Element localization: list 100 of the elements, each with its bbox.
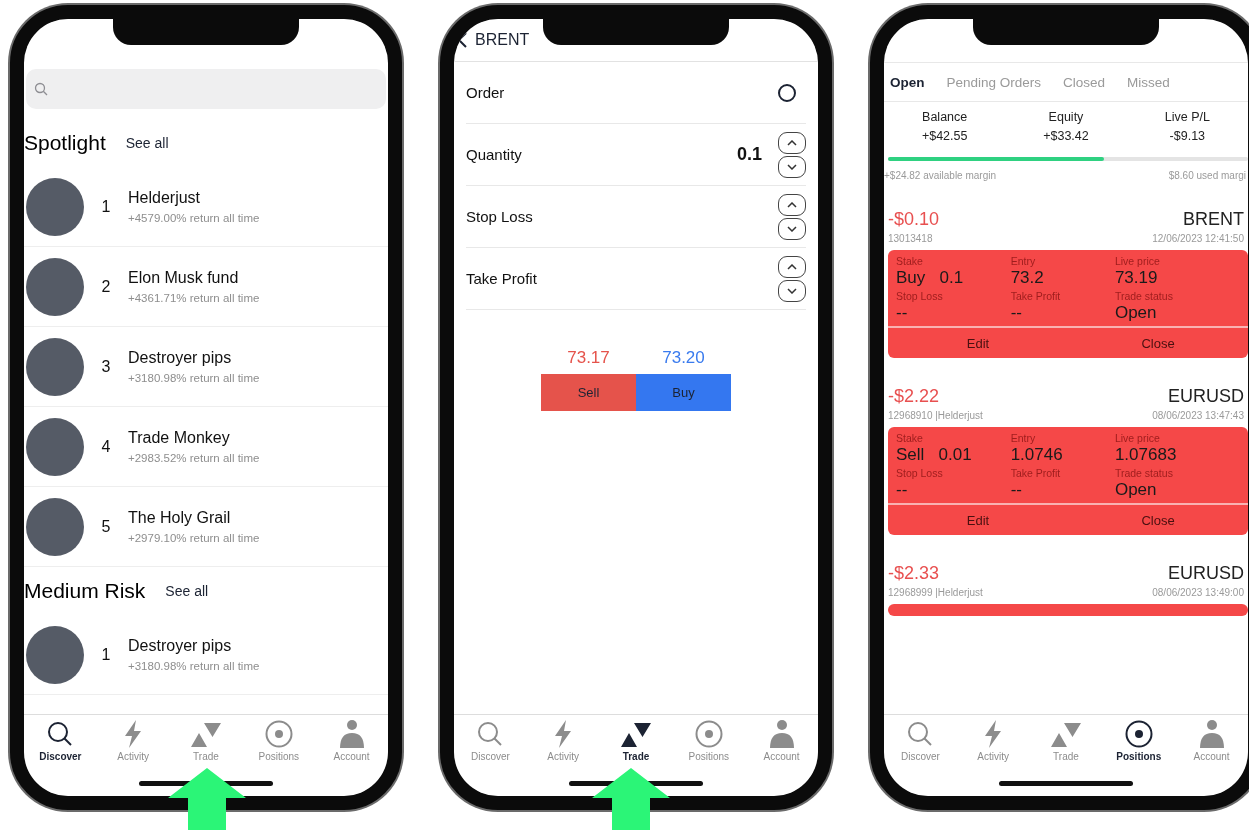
cell-label: Live price — [1114, 433, 1161, 445]
cell-value: Open — [1114, 479, 1157, 500]
tab[interactable]: Account — [746, 720, 817, 772]
tab[interactable]: Discover — [25, 720, 96, 772]
summary-label: Live P/L — [1164, 110, 1210, 124]
rank-number: 1 — [100, 197, 112, 216]
chevron-up-icon — [787, 263, 797, 270]
increment-button[interactable] — [778, 131, 806, 154]
cell-value: -- — [1010, 302, 1022, 323]
return-text: +3180.98% return all time — [128, 372, 260, 384]
sell-button[interactable]: Sell — [541, 374, 636, 411]
tab[interactable]: Trade — [171, 720, 241, 772]
cell-label: Stake — [896, 433, 924, 445]
cell-label: Entry — [1010, 256, 1037, 268]
lightning-icon — [553, 720, 574, 748]
lightning-icon — [123, 720, 144, 748]
profit-loss: -$2.33 — [888, 563, 940, 585]
avatar-placeholder — [26, 337, 84, 396]
triangles-icon — [191, 720, 221, 748]
see-all-link[interactable]: See all — [125, 135, 169, 151]
increment-button[interactable] — [778, 193, 806, 216]
trader-row[interactable]: 3 Destroyer pips +3180.98% return all time — [24, 327, 388, 407]
tab[interactable]: Positions — [673, 720, 744, 772]
triangles-icon — [621, 720, 651, 748]
person-icon — [768, 720, 795, 748]
tab[interactable]: Account — [1176, 720, 1247, 772]
trader-name: Destroyer pips — [128, 637, 233, 655]
trade-time: 08/06/2023 13:49:00 — [1152, 587, 1244, 599]
chevron-up-icon — [787, 139, 797, 146]
trader-row[interactable]: 5 The Holy Grail +2979.10% return all time — [24, 487, 388, 567]
rank-number: 1 — [100, 645, 112, 664]
decrement-button[interactable] — [778, 217, 806, 240]
field-label: Order — [466, 84, 505, 101]
trader-row[interactable]: 2 Elon Musk fund +4361.71% return all time — [24, 247, 388, 327]
trader-name: Helderjust — [128, 189, 202, 207]
tab[interactable]: Positions — [243, 720, 314, 772]
sell-price: 73.17 — [566, 348, 611, 369]
rank-number: 2 — [100, 277, 112, 296]
back-chevron-icon[interactable] — [458, 32, 467, 48]
cell-value: -- — [1010, 479, 1022, 500]
card-action-button[interactable]: Edit — [888, 505, 1068, 536]
cell-label: Stake — [896, 256, 924, 268]
rank-number: 5 — [100, 517, 112, 536]
buy-price: 73.20 — [661, 348, 706, 369]
field-value: 0.1 — [736, 144, 762, 165]
summary-value: +$42.55 — [921, 129, 968, 143]
cell-value: -- — [896, 479, 908, 500]
card-action-button[interactable]: Close — [1068, 328, 1248, 359]
person-icon — [338, 720, 365, 748]
cell-value: 1.07683 — [1114, 444, 1177, 465]
trade-reference: 12968910 |Helderjust — [888, 410, 983, 422]
tab[interactable]: Discover — [885, 720, 956, 772]
available-margin-text: +$24.82 available margin — [884, 170, 997, 181]
card-action-button[interactable]: Close — [1068, 505, 1248, 536]
tab[interactable]: Account — [316, 720, 387, 772]
trade-time: 12/06/2023 12:41:50 — [1152, 233, 1244, 244]
return-text: +4361.71% return all time — [128, 292, 260, 304]
radio-button[interactable] — [778, 83, 796, 102]
tab[interactable]: Discover — [455, 720, 526, 772]
cell-label: Live price — [1114, 256, 1161, 268]
cell-value: 1.0746 — [1010, 444, 1063, 465]
trader-row[interactable]: 1 Helderjust +4579.00% return all time — [24, 167, 388, 247]
trade-reference: 12968999 |Helderjust — [888, 587, 983, 599]
cell-value: 73.19 — [1114, 267, 1158, 288]
avatar-placeholder — [26, 177, 84, 236]
return-text: +2983.52% return all time — [128, 452, 260, 464]
card-action-button[interactable]: Edit — [888, 328, 1068, 359]
tab[interactable]: Activity — [98, 720, 169, 772]
triangles-icon — [1051, 720, 1081, 748]
tab[interactable]: Trade — [601, 720, 671, 772]
return-text: +4579.00% return all time — [128, 212, 260, 224]
tab[interactable]: Positions — [1103, 720, 1174, 772]
trader-row[interactable]: 1 Destroyer pips +3180.98% return all time — [24, 615, 388, 695]
position-tab[interactable]: Open — [886, 74, 929, 90]
cell-value: Open — [1114, 302, 1157, 323]
see-all-link[interactable]: See all — [165, 583, 209, 599]
decrement-button[interactable] — [778, 155, 806, 178]
position-tab[interactable]: Closed — [1059, 74, 1110, 90]
trader-name: The Holy Grail — [128, 509, 232, 527]
summary-value: -$9.13 — [1169, 129, 1206, 143]
summary-value: +$33.42 — [1043, 129, 1089, 143]
used-margin-text: $8.60 used margi — [1168, 170, 1246, 181]
trader-row[interactable]: 4 Trade Monkey +2983.52% return all time — [24, 407, 388, 487]
tab[interactable]: Trade — [1031, 720, 1101, 772]
increment-button[interactable] — [778, 255, 806, 278]
cell-label: Stop Loss — [896, 468, 944, 480]
tab[interactable]: Activity — [528, 720, 599, 772]
avatar-placeholder — [26, 497, 84, 556]
back-label[interactable]: BRENT — [475, 31, 530, 49]
position-tab[interactable]: Pending Orders — [942, 74, 1046, 90]
buy-button[interactable]: Buy — [636, 374, 731, 411]
summary-label: Equity — [1048, 110, 1084, 124]
section-title: Medium Risk — [24, 579, 146, 603]
rank-number: 4 — [100, 437, 112, 456]
position-tab[interactable]: Missed — [1123, 74, 1174, 90]
field-label: Stop Loss — [466, 208, 533, 225]
tab[interactable]: Activity — [958, 720, 1029, 772]
avatar-placeholder — [26, 257, 84, 316]
decrement-button[interactable] — [778, 279, 806, 302]
search-field[interactable] — [26, 69, 386, 109]
